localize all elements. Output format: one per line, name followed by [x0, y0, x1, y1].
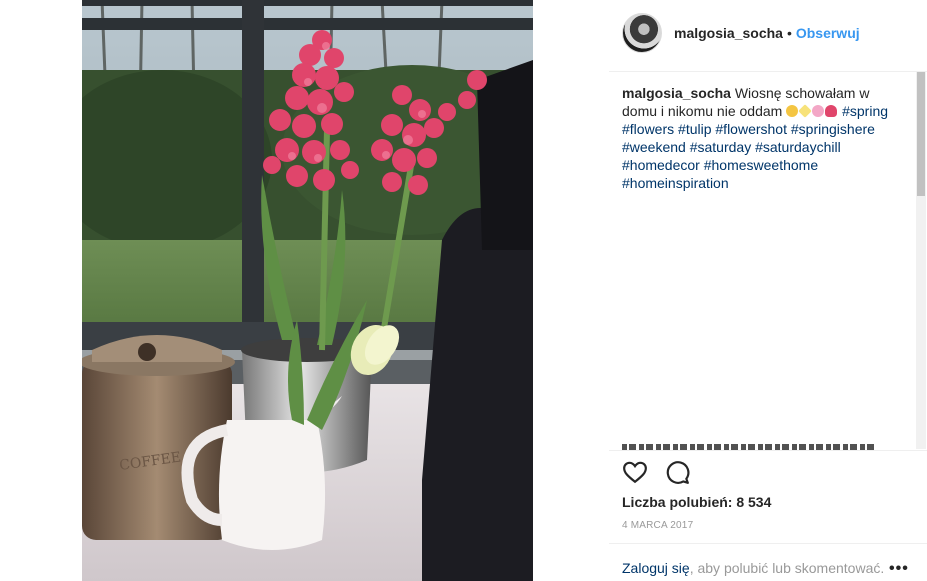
post-sidebar: malgosia_socha • Obserwuj malgosia_socha…: [609, 0, 927, 581]
separator-dot: •: [786, 25, 792, 41]
hashtag-link[interactable]: #springishere: [791, 121, 875, 137]
header-divider: [609, 71, 927, 72]
hashtag-link[interactable]: #saturday: [690, 139, 751, 155]
hyacinth-photo-illustration: COFFEE: [82, 0, 533, 581]
post-actions: [622, 459, 690, 487]
hashtag-link[interactable]: #weekend: [622, 139, 686, 155]
scrollbar-thumb[interactable]: [917, 72, 925, 196]
avatar[interactable]: [622, 13, 662, 53]
hashtag-link[interactable]: #flowers: [622, 121, 674, 137]
hashtag-link[interactable]: #tulip: [678, 121, 711, 137]
hashtag-link[interactable]: #saturdaychill: [755, 139, 841, 155]
follow-button[interactable]: Obserwuj: [796, 25, 860, 41]
caption-emoji-group: [786, 103, 842, 119]
login-link[interactable]: Zaloguj się: [622, 560, 690, 576]
likes-count[interactable]: Liczba polubień: 8 534: [622, 494, 771, 510]
more-options-icon[interactable]: •••: [889, 561, 909, 577]
hashtag-link[interactable]: #homedecor: [622, 157, 700, 173]
heart-icon[interactable]: [622, 459, 648, 485]
tulip-emoji-icon: [825, 105, 838, 117]
blossom-emoji-icon: [812, 105, 825, 117]
comments-divider: [609, 450, 927, 451]
footer-divider: [609, 543, 927, 544]
comment-icon[interactable]: [664, 459, 690, 485]
grinning-face-emoji-icon: [786, 105, 799, 117]
post-date: 4 MARCA 2017: [622, 520, 694, 531]
post-header: malgosia_socha • Obserwuj: [622, 12, 922, 54]
post-photo[interactable]: COFFEE: [82, 0, 533, 581]
post-media-area: COFFEE: [0, 0, 609, 581]
login-prompt: Zaloguj się, aby polubić lub skomentować…: [622, 560, 884, 576]
hashtag-link[interactable]: #homeinspiration: [622, 175, 729, 191]
comments-scrollbar[interactable]: [916, 72, 926, 449]
caption-username-link[interactable]: malgosia_socha: [622, 85, 731, 101]
hashtag-link[interactable]: #flowershot: [715, 121, 787, 137]
hashtag-link[interactable]: #homesweethome: [704, 157, 818, 173]
caption: malgosia_socha Wiosnę schowałam w domu i…: [622, 84, 908, 444]
sparkle-emoji-icon: [798, 104, 812, 118]
username-link[interactable]: malgosia_socha: [674, 25, 783, 41]
hashtag-link[interactable]: #spring: [842, 103, 888, 119]
login-prompt-text: , aby polubić lub skomentować.: [689, 560, 885, 576]
